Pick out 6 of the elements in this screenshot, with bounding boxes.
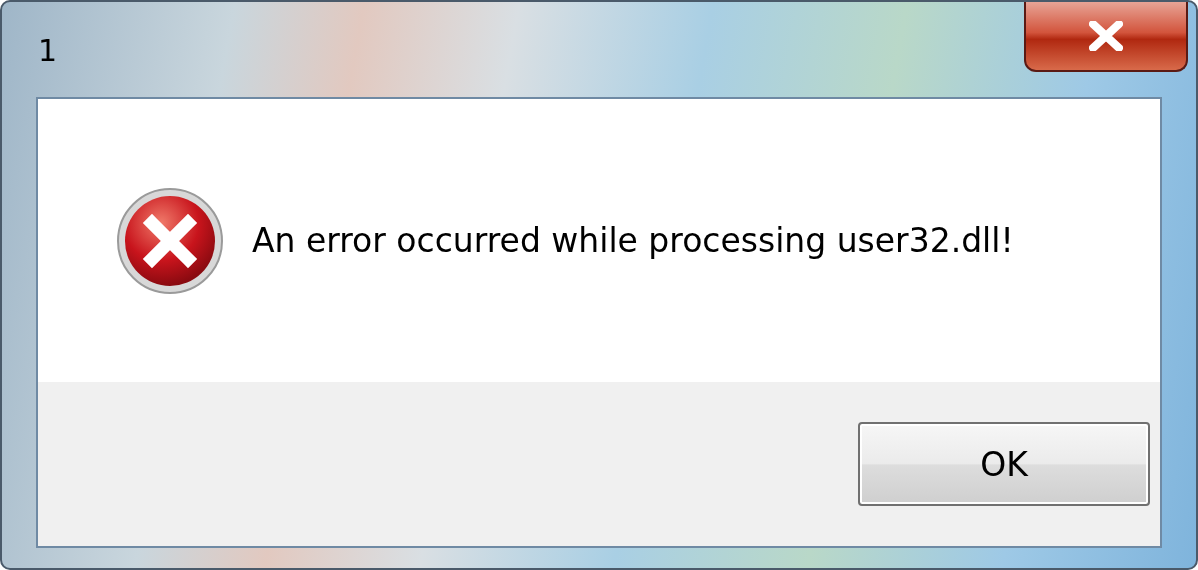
close-icon xyxy=(1089,21,1123,51)
error-message: An error occurred while processing user32.dll! xyxy=(252,221,1014,260)
error-icon xyxy=(116,186,224,295)
window-title: 1 xyxy=(38,36,58,66)
close-button[interactable] xyxy=(1024,2,1188,72)
ok-button[interactable]: OK xyxy=(858,422,1150,506)
